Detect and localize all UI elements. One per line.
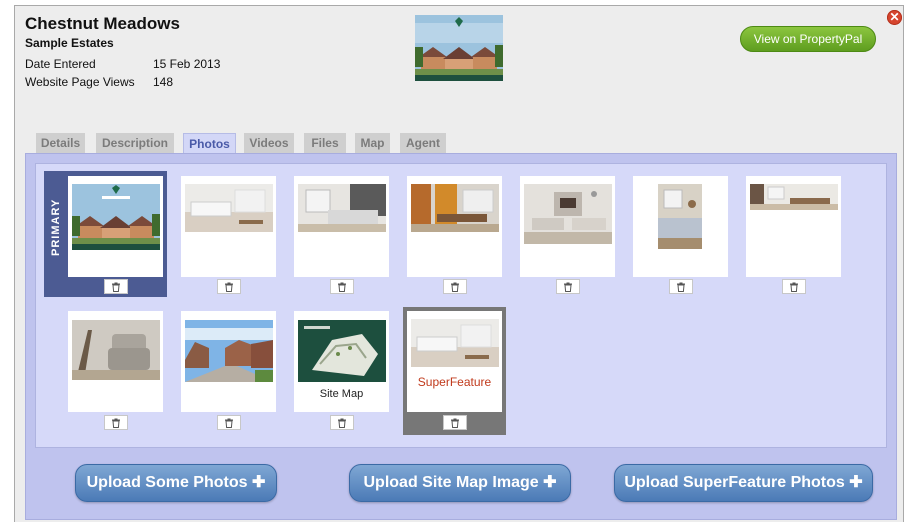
trash-icon [451,418,459,428]
photo-image [298,184,386,232]
delete-photo-button[interactable] [782,279,806,294]
photo-card-bedroom[interactable] [633,176,728,277]
photo-card-open-plan[interactable] [746,176,841,277]
date-entered-label: Date Entered [25,57,96,71]
trash-icon [790,282,798,292]
photo-card-kitchen[interactable] [181,176,276,277]
date-entered-value: 15 Feb 2013 [153,57,221,71]
delete-photo-button[interactable] [669,279,693,294]
delete-photo-button[interactable] [556,279,580,294]
date-entered-row: Date Entered 15 Feb 2013 [25,57,220,71]
primary-label: PRIMARY [50,198,62,256]
photo-image [185,320,273,382]
tab-description[interactable]: Description [96,133,174,153]
delete-photo-button[interactable] [217,415,241,430]
delete-photo-button[interactable] [330,279,354,294]
superfeature-caption: SuperFeature [417,375,492,389]
delete-photo-button[interactable] [104,279,128,294]
agency-name: Sample Estates [25,36,114,50]
tab-photos[interactable]: Photos [183,133,236,154]
page-views-value: 148 [153,75,174,89]
upload-superfeature-button[interactable]: Upload SuperFeature Photos ✚ [614,464,873,502]
trash-icon [564,282,572,292]
photo-card-dining[interactable] [407,176,502,277]
photo-image [72,320,160,380]
photo-image [750,184,838,210]
tab-details[interactable]: Details [36,133,85,153]
view-on-propertypal-button[interactable]: View on PropertyPal [740,26,876,52]
page-views-row: Website Page Views 148 [25,75,173,89]
photo-image [72,184,160,250]
trash-icon [112,282,120,292]
property-title: Chestnut Meadows [25,14,180,33]
trash-icon [677,282,685,292]
trash-icon [451,282,459,292]
photo-card-superfeature[interactable]: SuperFeature [407,311,502,412]
page-views-label: Website Page Views [25,75,135,89]
photo-image [298,320,386,382]
delete-photo-button[interactable] [443,279,467,294]
photo-image [185,184,273,232]
delete-photo-button[interactable] [104,415,128,430]
property-thumbnail[interactable] [415,15,503,81]
upload-site-map-button[interactable]: Upload Site Map Image ✚ [349,464,571,502]
site-map-caption: Site Map [319,388,364,400]
tab-files[interactable]: Files [304,133,346,153]
photo-card-armchair[interactable] [68,311,163,412]
close-icon[interactable]: ✕ [887,10,902,25]
delete-photo-button[interactable] [217,279,241,294]
photo-card-site-map[interactable]: Site Map [294,311,389,412]
upload-photos-button[interactable]: Upload Some Photos ✚ [75,464,277,502]
delete-photo-button[interactable] [330,415,354,430]
trash-icon [338,418,346,428]
delete-photo-button[interactable] [443,415,467,430]
photo-card-lounge[interactable] [520,176,615,277]
photo-card-street[interactable] [181,311,276,412]
photo-card-living-room[interactable] [294,176,389,277]
photo-image [658,184,702,249]
photo-image [411,184,499,232]
tab-map[interactable]: Map [355,133,390,153]
photo-card-primary[interactable] [68,176,163,277]
trash-icon [338,282,346,292]
tab-agent[interactable]: Agent [400,133,446,153]
photo-image [524,184,612,244]
trash-icon [112,418,120,428]
tab-videos[interactable]: Videos [244,133,294,153]
trash-icon [225,418,233,428]
photo-image [411,319,499,367]
trash-icon [225,282,233,292]
